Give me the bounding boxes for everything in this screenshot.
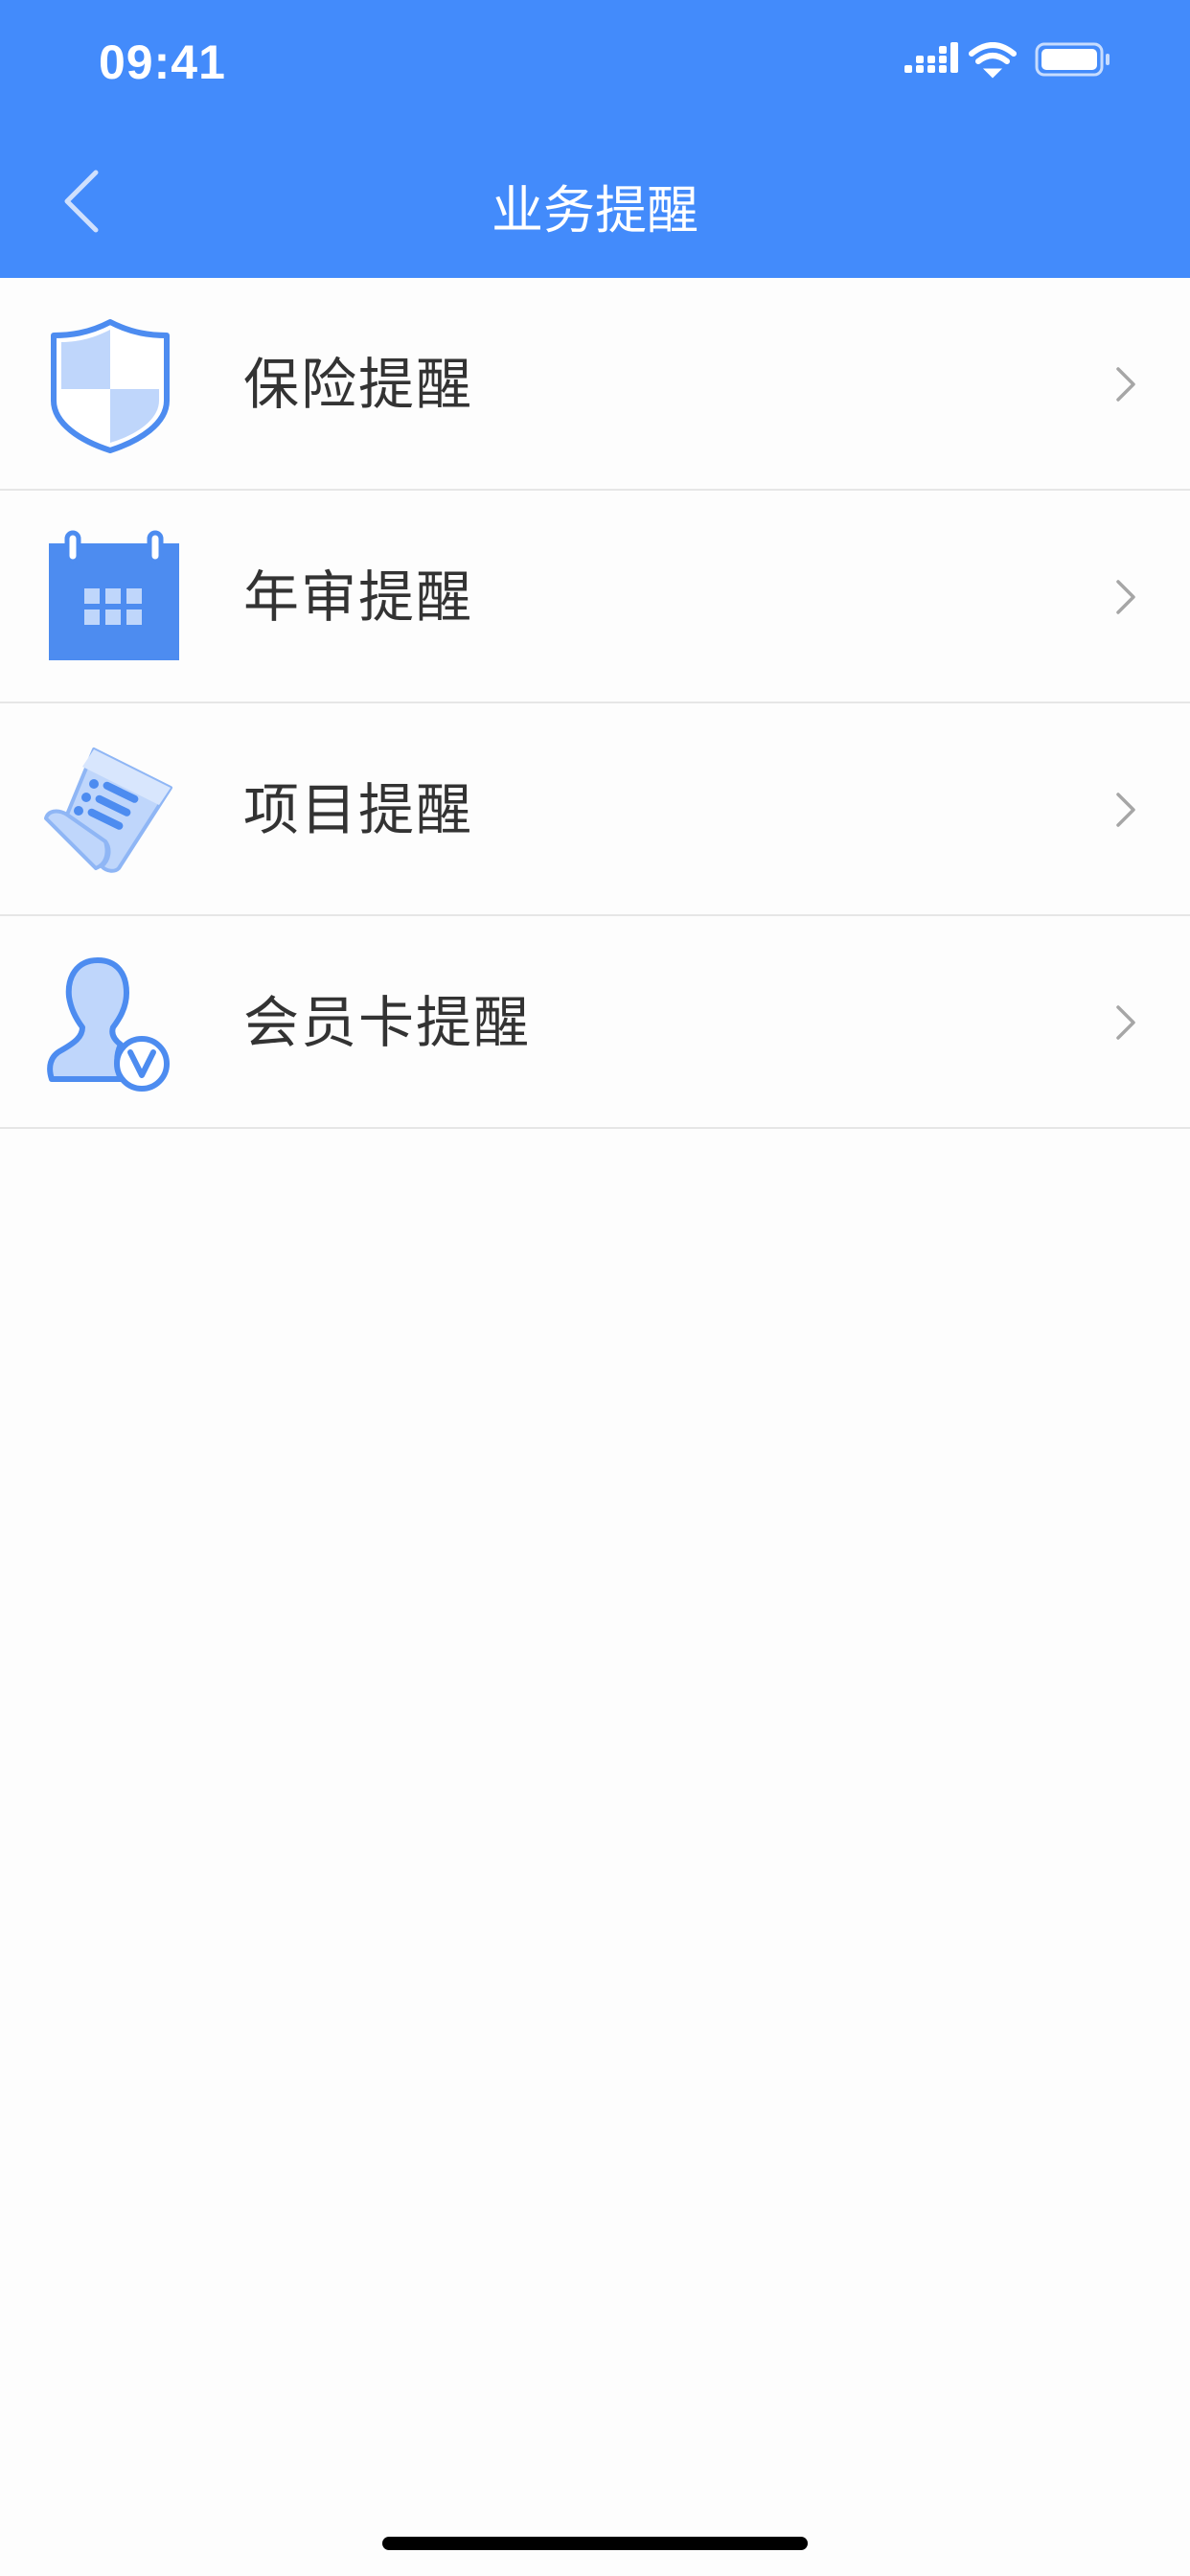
item-label: 会员卡提醒	[243, 990, 532, 1055]
member-user-icon	[47, 957, 170, 1092]
document-list-icon	[44, 748, 172, 873]
reminder-list: 保险提醒 年审提醒 项目提醒 会员卡提醒	[0, 278, 1190, 1129]
chevron-right-icon	[1116, 367, 1135, 402]
shield-icon	[51, 319, 170, 453]
status-icons	[904, 42, 1110, 79]
calendar-icon	[49, 530, 179, 660]
wifi-icon	[969, 42, 1017, 79]
item-label: 项目提醒	[243, 777, 474, 842]
home-indicator[interactable]	[382, 2537, 808, 2550]
screen: 09:41 业务提醒 保险提醒 年审提醒 项目提醒 会员卡提醒	[0, 0, 1190, 2576]
item-label: 年审提醒	[243, 564, 474, 630]
list-item-annual-inspection-reminder[interactable]: 年审提醒	[0, 491, 1190, 703]
status-time: 09:41	[99, 35, 226, 89]
list-item-member-card-reminder[interactable]: 会员卡提醒	[0, 916, 1190, 1129]
chevron-right-icon	[1116, 1005, 1135, 1040]
chevron-right-icon	[1116, 580, 1135, 614]
page-title: 业务提醒	[492, 180, 698, 241]
list-item-insurance-reminder[interactable]: 保险提醒	[0, 278, 1190, 491]
cellular-signal-icon	[904, 42, 958, 73]
chevron-right-icon	[1116, 793, 1135, 827]
header: 09:41 业务提醒	[0, 0, 1190, 278]
battery-icon	[1035, 42, 1110, 77]
list-item-project-reminder[interactable]: 项目提醒	[0, 703, 1190, 916]
item-label: 保险提醒	[243, 352, 474, 417]
